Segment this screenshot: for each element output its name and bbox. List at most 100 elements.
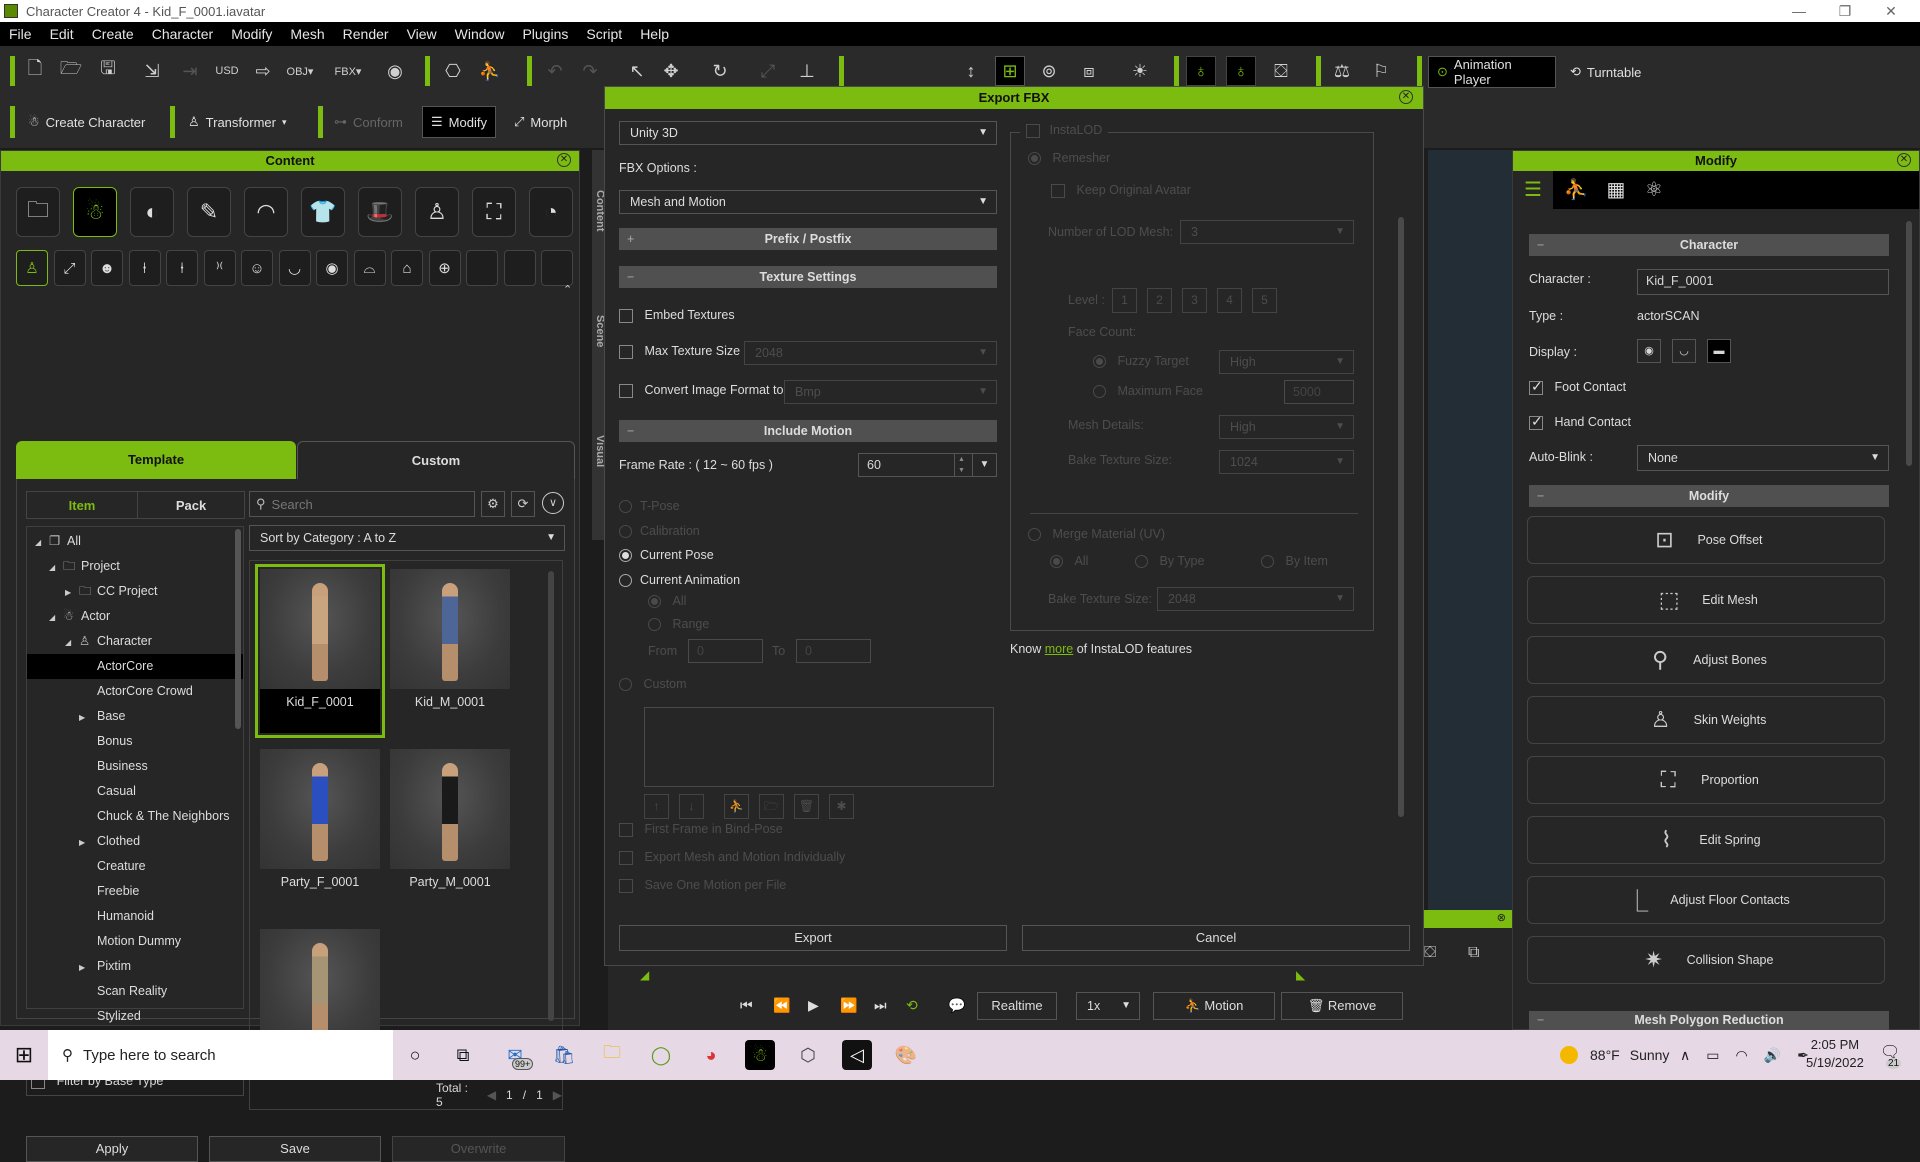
- end-marker-icon[interactable]: ◣: [1296, 968, 1305, 982]
- redo-icon[interactable]: ↷: [575, 56, 605, 86]
- prev-frame-icon[interactable]: ⏪: [773, 997, 790, 1014]
- tree-scrollbar[interactable]: [235, 529, 241, 729]
- camera-icon[interactable]: ⊚: [1034, 56, 1064, 86]
- first-frame-icon[interactable]: ⏮: [740, 997, 753, 1014]
- expand-arrow-icon[interactable]: ▶: [79, 705, 97, 730]
- motion-option-radio[interactable]: [619, 549, 632, 563]
- head-outline-icon[interactable]: ☺: [241, 250, 273, 286]
- animation-player-button[interactable]: ⊙ Animation Player: [1428, 56, 1556, 88]
- foot-contact-option[interactable]: Foot Contact: [1529, 378, 1626, 395]
- tree-item[interactable]: ActorCore: [27, 654, 243, 679]
- tree-item[interactable]: Creature: [27, 854, 243, 879]
- close-panel-icon[interactable]: ⊗: [1497, 911, 1506, 924]
- light-icon[interactable]: ☀: [1125, 56, 1155, 86]
- mesh-reduction-section[interactable]: − Mesh Polygon Reduction: [1529, 1011, 1889, 1030]
- display-mouth-icon[interactable]: ▬: [1707, 339, 1731, 363]
- start-marker-icon[interactable]: ◢: [640, 968, 649, 982]
- close-button[interactable]: ✕: [1868, 0, 1914, 22]
- scale-icon[interactable]: ⤢: [753, 56, 783, 86]
- menu-script[interactable]: Script: [577, 26, 631, 42]
- tree-item[interactable]: Casual: [27, 779, 243, 804]
- frame-rate-dropdown-icon[interactable]: ▼: [972, 454, 996, 476]
- turntable-button[interactable]: ⟲ Turntable: [1562, 56, 1649, 88]
- play-icon[interactable]: ▶: [808, 997, 819, 1014]
- transform-icon[interactable]: ⛋: [1424, 944, 1436, 962]
- search-input[interactable]: ⚲ Search: [249, 491, 475, 517]
- morph-sub-icon[interactable]: ⤢: [53, 250, 86, 286]
- empty-slot[interactable]: [541, 250, 573, 286]
- create-character-button[interactable]: ☃ Create Character: [20, 106, 153, 138]
- tree-item[interactable]: ▶ Base: [27, 704, 243, 729]
- hand-contact-checkbox[interactable]: [1529, 413, 1543, 430]
- undo-icon[interactable]: ↶: [540, 56, 570, 86]
- character-section[interactable]: − Character: [1529, 234, 1889, 256]
- convert-image-option[interactable]: Convert Image Format to: [619, 383, 783, 398]
- tree-item[interactable]: Business: [27, 754, 243, 779]
- target-tool-dropdown[interactable]: Unity 3D: [619, 121, 997, 145]
- display-teeth-icon[interactable]: ◡: [1672, 339, 1696, 363]
- object-settings-icon[interactable]: ⎔: [438, 56, 468, 86]
- cortana-icon[interactable]: ○: [400, 1040, 430, 1070]
- tree-item[interactable]: ▶ 🗀 CC Project: [27, 579, 243, 604]
- content-item[interactable]: Party_F_0001: [260, 749, 380, 889]
- embed-textures-option[interactable]: Embed Textures: [619, 308, 735, 323]
- select-arrow-icon[interactable]: ↖: [622, 56, 652, 86]
- motion-button[interactable]: ⛹ Motion: [1153, 992, 1275, 1020]
- rotate-icon[interactable]: ↻: [705, 56, 735, 86]
- accessory-icon[interactable]: 🎩: [358, 187, 402, 237]
- folder-icon[interactable]: 🗀: [16, 187, 60, 237]
- menu-render[interactable]: Render: [334, 26, 398, 42]
- cubes-icon[interactable]: ⛋: [1266, 56, 1296, 86]
- nail-icon[interactable]: ⌂: [391, 250, 423, 286]
- motion-option[interactable]: Current Pose: [619, 548, 714, 563]
- minimize-button[interactable]: —: [1776, 0, 1822, 22]
- gravity-view-icon[interactable]: ♁: [1226, 56, 1256, 86]
- modify-scrollbar[interactable]: [1906, 221, 1912, 466]
- clock[interactable]: 2:05 PM 5/19/2022: [1806, 1036, 1864, 1072]
- modify-collision-shape-button[interactable]: ✷ Collision Shape: [1527, 936, 1885, 984]
- tree-item[interactable]: Motion Dummy: [27, 929, 243, 954]
- more-link[interactable]: more: [1045, 642, 1073, 656]
- export-obj-icon[interactable]: OBJ▾: [285, 56, 315, 86]
- collapse-arrow-icon[interactable]: ◢: [49, 605, 63, 630]
- tree-item[interactable]: ◢ 🗀 Project: [27, 554, 243, 579]
- empty-slot[interactable]: [503, 250, 536, 286]
- add-head-icon[interactable]: ⊕: [428, 250, 461, 286]
- animation-icon[interactable]: ⛹: [475, 56, 505, 86]
- tree-item[interactable]: ◢ ☃ Actor: [27, 604, 243, 629]
- sort-dropdown[interactable]: Sort by Category : A to Z: [249, 525, 565, 551]
- apply-button[interactable]: Apply: [26, 1136, 198, 1162]
- motion-option-radio[interactable]: [619, 574, 632, 588]
- menu-view[interactable]: View: [398, 26, 446, 42]
- open-folder-icon[interactable]: 🗁: [56, 56, 86, 86]
- unity-hub-icon[interactable]: ⬡: [793, 1040, 823, 1070]
- align-floor-icon[interactable]: ⊥: [792, 56, 822, 86]
- head-icon[interactable]: ☻: [91, 250, 123, 286]
- tree-item[interactable]: ◢ ♙ Character: [27, 629, 243, 654]
- collapse-up-icon[interactable]: ⌃: [563, 283, 572, 296]
- filter-settings-icon[interactable]: ⚙: [481, 491, 505, 517]
- collapse-arrow-icon[interactable]: ◢: [35, 530, 49, 555]
- tree-item[interactable]: Humanoid: [27, 904, 243, 929]
- close-panel-icon[interactable]: ✕: [557, 153, 571, 167]
- frame-rate-spinbox[interactable]: 60 ▲ ▼ ▼: [858, 453, 997, 477]
- tab-pack[interactable]: Pack: [137, 491, 245, 519]
- texture-settings-section[interactable]: − Texture Settings: [619, 266, 997, 288]
- expand-arrow-icon[interactable]: ▶: [79, 830, 97, 855]
- expand-arrow-icon[interactable]: ▶: [79, 955, 97, 980]
- move-icon[interactable]: ✥: [656, 56, 686, 86]
- task-view-icon[interactable]: ⧉: [448, 1040, 478, 1070]
- checker-tab-icon[interactable]: ▦: [1599, 171, 1633, 209]
- display-eye-icon[interactable]: ◉: [1637, 339, 1661, 363]
- hair-icon[interactable]: ◠: [244, 187, 288, 237]
- taskbar-search[interactable]: ⚲ Type here to search: [48, 1030, 393, 1080]
- save-button[interactable]: Save: [209, 1136, 381, 1162]
- eye-icon[interactable]: ◉: [316, 250, 348, 286]
- empty-slot[interactable]: [466, 250, 498, 286]
- motion-tab-icon[interactable]: ⛹: [1559, 171, 1593, 209]
- modify-adjust-floor-contacts-button[interactable]: ⎿ Adjust Floor Contacts: [1527, 876, 1885, 924]
- grid-scrollbar[interactable]: [548, 571, 554, 1021]
- max-texture-option[interactable]: Max Texture Size :: [619, 344, 747, 359]
- export-usd-icon[interactable]: USD: [212, 56, 242, 86]
- content-item[interactable]: Kid_F_0001: [255, 564, 385, 738]
